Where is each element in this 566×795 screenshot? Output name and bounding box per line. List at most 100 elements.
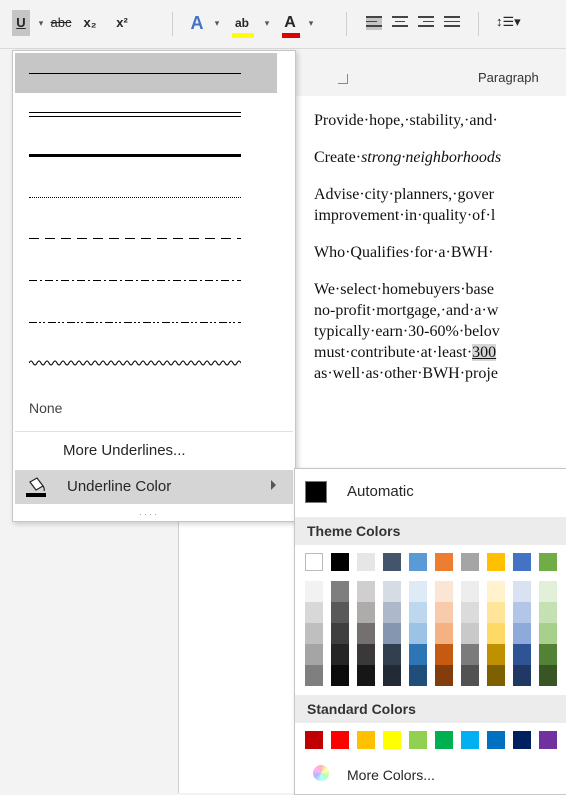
resize-grip-icon[interactable]: ···· <box>139 509 159 519</box>
theme-shade-swatch[interactable] <box>539 581 557 602</box>
document-body[interactable]: Provide·hope,·stability,·and· Create·str… <box>314 110 566 384</box>
underline-thick[interactable] <box>15 135 277 175</box>
strikethrough-button[interactable]: abc <box>48 10 74 36</box>
theme-shade-swatch[interactable] <box>383 623 401 644</box>
theme-shade-swatch[interactable] <box>487 581 505 602</box>
automatic-color-swatch[interactable] <box>305 481 327 503</box>
standard-color-swatch[interactable] <box>539 731 557 749</box>
theme-shade-swatch[interactable] <box>305 602 323 623</box>
standard-color-swatch[interactable] <box>383 731 401 749</box>
standard-color-swatch[interactable] <box>409 731 427 749</box>
underline-color-item[interactable]: Underline Color <box>15 470 293 504</box>
theme-color-swatch[interactable] <box>357 553 375 571</box>
standard-color-swatch[interactable] <box>357 731 375 749</box>
standard-color-swatch[interactable] <box>461 731 479 749</box>
theme-shade-swatch[interactable] <box>357 602 375 623</box>
theme-shade-swatch[interactable] <box>513 644 531 665</box>
align-left-button[interactable] <box>366 16 382 30</box>
underline-words-only[interactable] <box>15 95 277 135</box>
theme-shade-swatch[interactable] <box>383 581 401 602</box>
theme-shade-swatch[interactable] <box>487 623 505 644</box>
theme-shade-swatch[interactable] <box>487 644 505 665</box>
text-effects-button[interactable]: A <box>186 10 208 36</box>
theme-shade-swatch[interactable] <box>331 581 349 602</box>
underline-dotted[interactable] <box>15 177 277 217</box>
theme-shade-swatch[interactable] <box>383 644 401 665</box>
theme-shade-swatch[interactable] <box>357 623 375 644</box>
theme-shade-swatch[interactable] <box>409 644 427 665</box>
theme-color-swatch[interactable] <box>435 553 453 571</box>
theme-color-swatch[interactable] <box>461 553 479 571</box>
theme-shade-swatch[interactable] <box>487 665 505 686</box>
theme-color-swatch[interactable] <box>539 553 557 571</box>
theme-shade-swatch[interactable] <box>331 644 349 665</box>
theme-shade-swatch[interactable] <box>305 665 323 686</box>
theme-shade-swatch[interactable] <box>461 581 479 602</box>
theme-shade-swatch[interactable] <box>461 623 479 644</box>
theme-shade-swatch[interactable] <box>539 602 557 623</box>
theme-shade-swatch[interactable] <box>435 644 453 665</box>
theme-shade-swatch[interactable] <box>539 665 557 686</box>
theme-shade-swatch[interactable] <box>435 602 453 623</box>
theme-shade-swatch[interactable] <box>383 602 401 623</box>
theme-shade-swatch[interactable] <box>539 623 557 644</box>
text-effects-dropdown-icon[interactable]: ▾ <box>212 10 222 36</box>
theme-shade-swatch[interactable] <box>409 581 427 602</box>
underline-none-option[interactable]: None <box>29 400 62 416</box>
theme-shade-swatch[interactable] <box>513 623 531 644</box>
standard-color-swatch[interactable] <box>435 731 453 749</box>
subscript-button[interactable]: x₂ <box>80 10 100 36</box>
theme-color-swatch[interactable] <box>305 553 323 571</box>
theme-shade-swatch[interactable] <box>513 665 531 686</box>
theme-shade-swatch[interactable] <box>357 665 375 686</box>
highlight-dropdown-icon[interactable]: ▾ <box>262 10 272 36</box>
theme-color-swatch[interactable] <box>383 553 401 571</box>
theme-shade-swatch[interactable] <box>435 581 453 602</box>
underline-wave[interactable] <box>15 345 277 385</box>
theme-shade-swatch[interactable] <box>409 623 427 644</box>
underline-dot-dash[interactable] <box>15 261 277 301</box>
theme-shade-swatch[interactable] <box>513 581 531 602</box>
theme-shade-swatch[interactable] <box>357 644 375 665</box>
underline-single[interactable] <box>15 53 277 93</box>
more-colors-item[interactable]: More Colors... <box>347 767 435 783</box>
superscript-button[interactable]: x² <box>112 10 132 36</box>
theme-shade-swatch[interactable] <box>305 623 323 644</box>
theme-shade-swatch[interactable] <box>435 623 453 644</box>
more-underlines-item[interactable]: More Underlines... <box>63 442 186 459</box>
theme-color-swatch[interactable] <box>331 553 349 571</box>
font-color-dropdown-icon[interactable]: ▾ <box>306 10 316 36</box>
standard-color-swatch[interactable] <box>331 731 349 749</box>
line-spacing-icon[interactable]: ↕☰▾ <box>496 14 526 34</box>
standard-color-swatch[interactable] <box>487 731 505 749</box>
theme-shade-swatch[interactable] <box>461 644 479 665</box>
underline-dot-dot-dash[interactable] <box>15 303 277 343</box>
theme-shade-swatch[interactable] <box>357 581 375 602</box>
theme-shade-swatch[interactable] <box>409 602 427 623</box>
justify-button[interactable] <box>444 16 460 30</box>
theme-shade-swatch[interactable] <box>461 665 479 686</box>
underline-dropdown-arrow-icon[interactable]: ▾ <box>36 10 46 36</box>
theme-color-swatch[interactable] <box>409 553 427 571</box>
automatic-color-label[interactable]: Automatic <box>347 483 414 500</box>
theme-shade-swatch[interactable] <box>461 602 479 623</box>
theme-shade-swatch[interactable] <box>331 623 349 644</box>
theme-color-swatch[interactable] <box>513 553 531 571</box>
standard-color-swatch[interactable] <box>305 731 323 749</box>
theme-shade-swatch[interactable] <box>435 665 453 686</box>
underline-button[interactable]: U <box>12 10 30 36</box>
theme-shade-swatch[interactable] <box>487 602 505 623</box>
dialog-launcher-icon[interactable] <box>338 74 348 84</box>
theme-shade-swatch[interactable] <box>409 665 427 686</box>
standard-color-swatch[interactable] <box>513 731 531 749</box>
theme-shade-swatch[interactable] <box>331 602 349 623</box>
theme-color-swatch[interactable] <box>487 553 505 571</box>
align-center-button[interactable] <box>392 16 408 30</box>
underline-dashed[interactable] <box>15 219 277 259</box>
theme-shade-swatch[interactable] <box>539 644 557 665</box>
theme-shade-swatch[interactable] <box>513 602 531 623</box>
align-right-button[interactable] <box>418 16 434 30</box>
theme-shade-swatch[interactable] <box>305 644 323 665</box>
theme-shade-swatch[interactable] <box>383 665 401 686</box>
theme-shade-swatch[interactable] <box>331 665 349 686</box>
